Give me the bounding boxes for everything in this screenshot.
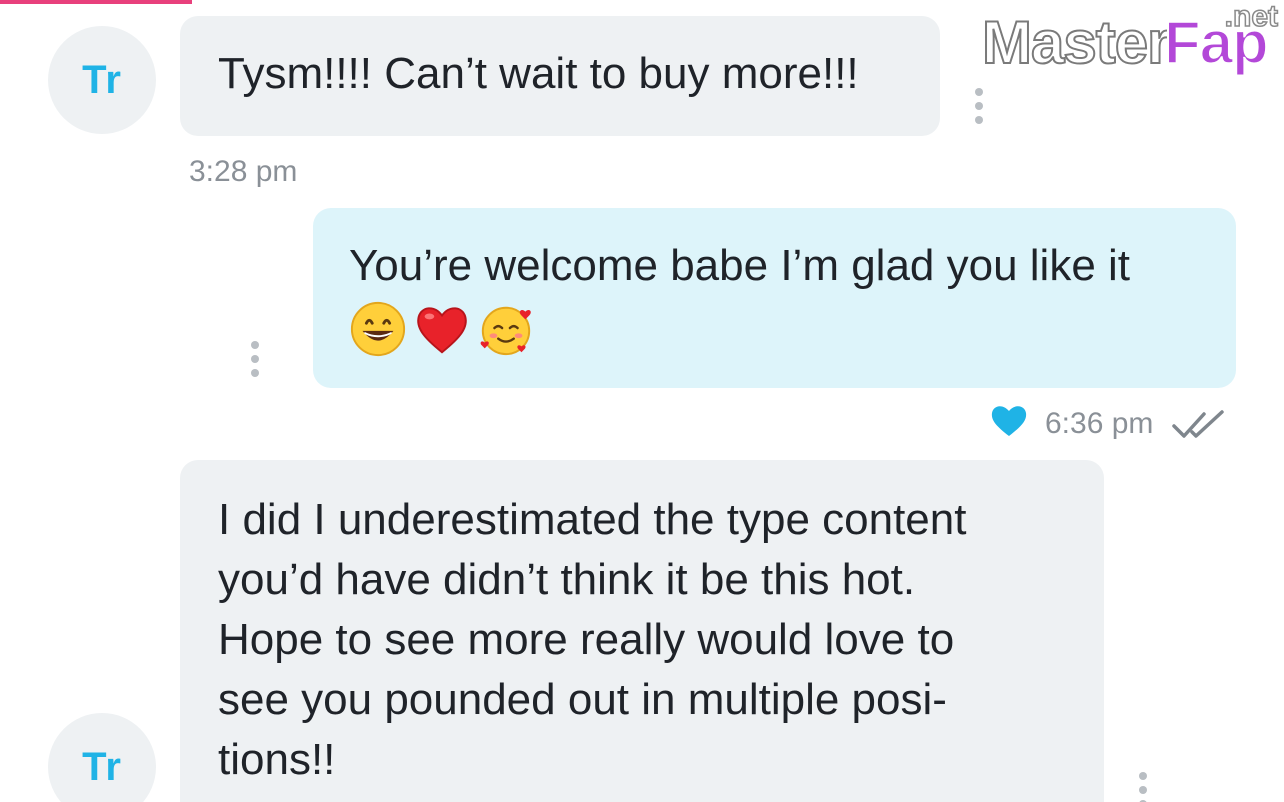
message-options-icon[interactable] [249,341,261,377]
liked-heart-icon[interactable] [990,402,1028,438]
red-heart-emoji [417,307,467,354]
message-timestamp: 3:28 pm [189,155,298,188]
watermark-main: Master [981,8,1171,77]
message-text: You’re welcome babe I’m glad you like it [349,241,1131,290]
message-bubble-incoming[interactable]: I did I underestimated the type content … [180,460,1104,802]
emoji-row [349,300,1236,358]
smiling-face-with-hearts-emoji [480,306,531,356]
message-text: Tysm!!!! Can’t wait to buy more!!! [218,49,859,98]
watermark-accent: Fap [1163,8,1270,77]
sender-avatar[interactable]: Tr [48,713,156,802]
message-options-icon[interactable] [1137,772,1149,802]
chat-screen: .net Master Fap Tr Tysm!!!! Can’t wait t… [0,0,1284,802]
message-options-icon[interactable] [973,88,985,124]
sender-avatar[interactable]: Tr [48,26,156,134]
avatar-initials: Tr [82,57,122,102]
grinning-face-emoji [350,301,406,357]
read-receipt-icon [1172,410,1224,438]
message-text: I did I underestimated the type content … [218,495,967,784]
message-bubble-incoming[interactable]: Tysm!!!! Can’t wait to buy more!!! [180,16,940,136]
top-accent-bar [0,0,192,4]
avatar-initials: Tr [82,744,122,789]
message-bubble-outgoing[interactable]: You’re welcome babe I’m glad you like it [313,208,1236,388]
message-timestamp: 6:36 pm [1045,407,1154,440]
watermark-logo: .net Master Fap [980,0,1284,80]
